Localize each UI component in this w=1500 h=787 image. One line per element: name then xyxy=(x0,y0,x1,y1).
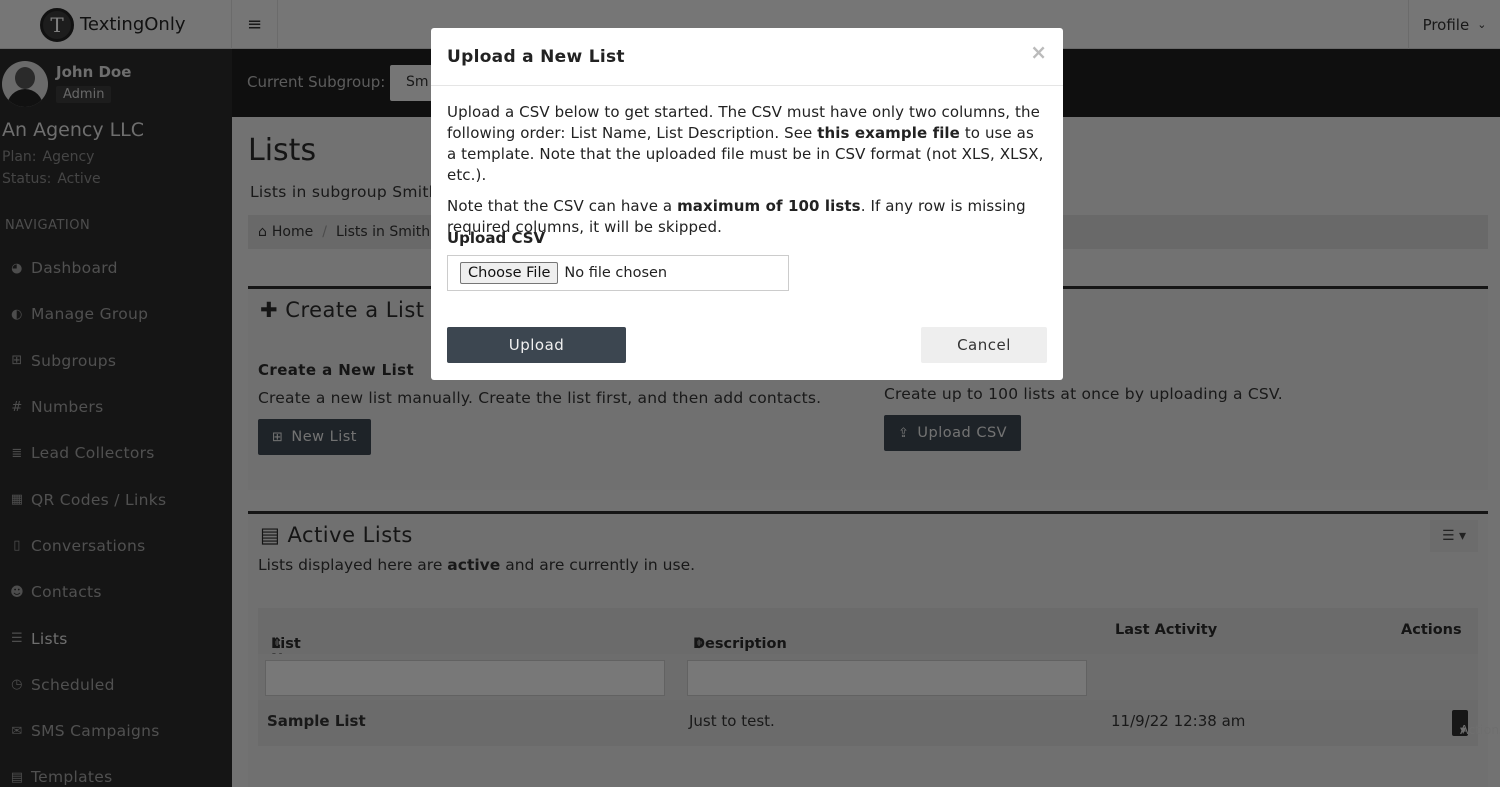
modal-header: Upload a New List × xyxy=(431,28,1063,86)
upload-csv-label: Upload CSV xyxy=(447,229,546,247)
note-text-a: Note that the CSV can have a xyxy=(447,197,678,215)
upload-button[interactable]: Upload xyxy=(447,327,626,363)
file-input[interactable]: Choose File No file chosen xyxy=(447,255,789,291)
upload-list-modal: Upload a New List × Upload a CSV below t… xyxy=(431,28,1063,380)
cancel-button[interactable]: Cancel xyxy=(921,327,1047,363)
note-text-bold: maximum of 100 lists xyxy=(677,197,861,215)
close-icon[interactable]: × xyxy=(1030,40,1047,64)
modal-title: Upload a New List xyxy=(447,47,625,67)
example-file-link[interactable]: this example file xyxy=(817,124,960,142)
choose-file-button[interactable]: Choose File xyxy=(460,262,559,284)
file-status: No file chosen xyxy=(564,265,668,281)
modal-body: Upload a CSV below to get started. The C… xyxy=(447,102,1047,248)
modal-instructions: Upload a CSV below to get started. The C… xyxy=(447,102,1047,186)
